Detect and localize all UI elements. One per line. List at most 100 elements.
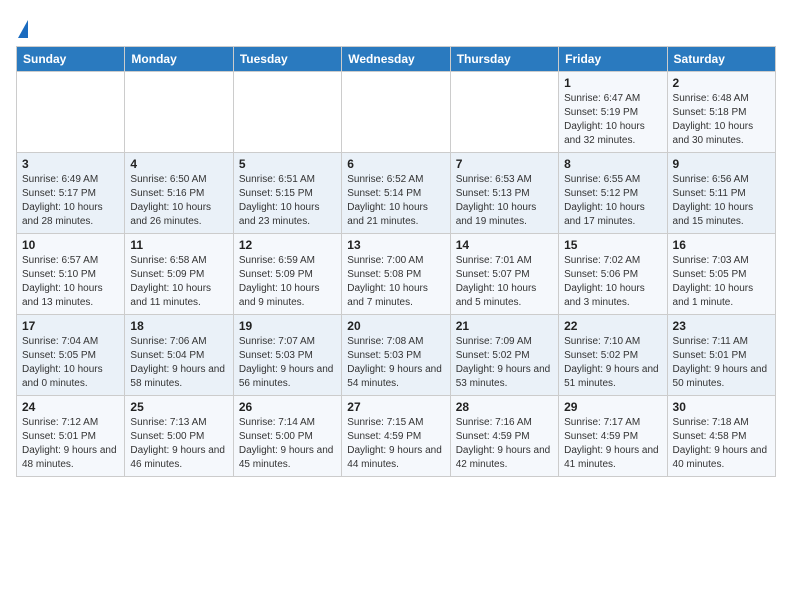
day-info: Sunrise: 6:52 AMSunset: 5:14 PMDaylight:… <box>347 173 444 229</box>
calendar-cell <box>233 72 341 153</box>
day-number: 24 <box>22 400 119 414</box>
calendar-header-row: SundayMondayTuesdayWednesdayThursdayFrid… <box>17 47 776 72</box>
day-number: 30 <box>673 400 770 414</box>
day-number: 10 <box>22 238 119 252</box>
day-number: 19 <box>239 319 336 333</box>
weekday-header-friday: Friday <box>559 47 667 72</box>
day-info: Sunrise: 7:10 AMSunset: 5:02 PMDaylight:… <box>564 335 661 391</box>
day-number: 29 <box>564 400 661 414</box>
weekday-header-monday: Monday <box>125 47 233 72</box>
weekday-header-sunday: Sunday <box>17 47 125 72</box>
day-info: Sunrise: 6:58 AMSunset: 5:09 PMDaylight:… <box>130 254 227 310</box>
calendar-cell: 14Sunrise: 7:01 AMSunset: 5:07 PMDayligh… <box>450 234 558 315</box>
calendar-cell: 10 Sunrise: 6:57 AMSunset: 5:10 PMDayligh… <box>17 234 125 315</box>
day-info: Sunrise: 7:08 AMSunset: 5:03 PMDaylight:… <box>347 335 444 391</box>
day-number: 7 <box>456 157 553 171</box>
day-info: Sunrise: 7:14 AMSunset: 5:00 PMDaylight:… <box>239 416 336 472</box>
day-info: Sunrise: 6:48 AMSunset: 5:18 PMDaylight:… <box>673 92 770 148</box>
calendar-cell: 17Sunrise: 7:04 AMSunset: 5:05 PMDayligh… <box>17 315 125 396</box>
calendar-cell: 4Sunrise: 6:50 AMSunset: 5:16 PMDaylight… <box>125 153 233 234</box>
calendar-cell <box>342 72 450 153</box>
calendar-cell: 3 Sunrise: 6:49 AMSunset: 5:17 PMDaylight… <box>17 153 125 234</box>
weekday-header-wednesday: Wednesday <box>342 47 450 72</box>
calendar-week-5: 24 Sunrise: 7:12 AMSunset: 5:01 PMDayligh… <box>17 396 776 477</box>
calendar-cell <box>450 72 558 153</box>
calendar-cell: 8 Sunrise: 6:55 AMSunset: 5:12 PMDaylight… <box>559 153 667 234</box>
day-number: 5 <box>239 157 336 171</box>
day-number: 8 <box>564 157 661 171</box>
day-number: 22 <box>564 319 661 333</box>
day-number: 12 <box>239 238 336 252</box>
day-info: Sunrise: 6:47 AMSunset: 5:19 PMDaylight:… <box>564 92 661 148</box>
calendar-cell: 27 Sunrise: 7:15 AMSunset: 4:59 PMDayligh… <box>342 396 450 477</box>
day-info: Sunrise: 7:17 AMSunset: 4:59 PMDaylight:… <box>564 416 661 472</box>
calendar-cell: 28 Sunrise: 7:16 AMSunset: 4:59 PMDayligh… <box>450 396 558 477</box>
day-number: 26 <box>239 400 336 414</box>
day-info: Sunrise: 6:57 AMSunset: 5:10 PMDaylight:… <box>22 254 119 310</box>
day-info: Sunrise: 6:53 AMSunset: 5:13 PMDaylight:… <box>456 173 553 229</box>
calendar-cell: 13 Sunrise: 7:00 AMSunset: 5:08 PMDayligh… <box>342 234 450 315</box>
day-info: Sunrise: 7:13 AMSunset: 5:00 PMDaylight:… <box>130 416 227 472</box>
calendar-cell: 5 Sunrise: 6:51 AMSunset: 5:15 PMDaylight… <box>233 153 341 234</box>
day-number: 21 <box>456 319 553 333</box>
day-info: Sunrise: 7:12 AMSunset: 5:01 PMDaylight:… <box>22 416 119 472</box>
day-info: Sunrise: 6:55 AMSunset: 5:12 PMDaylight:… <box>564 173 661 229</box>
calendar-cell: 21 Sunrise: 7:09 AMSunset: 5:02 PMDayligh… <box>450 315 558 396</box>
day-number: 16 <box>673 238 770 252</box>
day-number: 15 <box>564 238 661 252</box>
calendar-cell: 7 Sunrise: 6:53 AMSunset: 5:13 PMDaylight… <box>450 153 558 234</box>
calendar-cell: 2Sunrise: 6:48 AMSunset: 5:18 PMDaylight… <box>667 72 775 153</box>
day-number: 20 <box>347 319 444 333</box>
calendar-cell: 23 Sunrise: 7:11 AMSunset: 5:01 PMDayligh… <box>667 315 775 396</box>
day-info: Sunrise: 7:07 AMSunset: 5:03 PMDaylight:… <box>239 335 336 391</box>
weekday-header-thursday: Thursday <box>450 47 558 72</box>
calendar-cell: 24 Sunrise: 7:12 AMSunset: 5:01 PMDayligh… <box>17 396 125 477</box>
day-info: Sunrise: 7:16 AMSunset: 4:59 PMDaylight:… <box>456 416 553 472</box>
day-info: Sunrise: 7:03 AMSunset: 5:05 PMDaylight:… <box>673 254 770 310</box>
calendar-cell: 15 Sunrise: 7:02 AMSunset: 5:06 PMDayligh… <box>559 234 667 315</box>
calendar-week-4: 17Sunrise: 7:04 AMSunset: 5:05 PMDayligh… <box>17 315 776 396</box>
day-info: Sunrise: 6:59 AMSunset: 5:09 PMDaylight:… <box>239 254 336 310</box>
day-number: 25 <box>130 400 227 414</box>
day-info: Sunrise: 7:15 AMSunset: 4:59 PMDaylight:… <box>347 416 444 472</box>
calendar-cell: 29 Sunrise: 7:17 AMSunset: 4:59 PMDayligh… <box>559 396 667 477</box>
calendar-cell: 18 Sunrise: 7:06 AMSunset: 5:04 PMDayligh… <box>125 315 233 396</box>
logo <box>16 16 28 38</box>
day-number: 4 <box>130 157 227 171</box>
day-info: Sunrise: 6:51 AMSunset: 5:15 PMDaylight:… <box>239 173 336 229</box>
calendar-cell <box>125 72 233 153</box>
calendar-cell: 22 Sunrise: 7:10 AMSunset: 5:02 PMDayligh… <box>559 315 667 396</box>
day-info: Sunrise: 7:11 AMSunset: 5:01 PMDaylight:… <box>673 335 770 391</box>
calendar-cell: 11 Sunrise: 6:58 AMSunset: 5:09 PMDayligh… <box>125 234 233 315</box>
calendar-week-2: 3 Sunrise: 6:49 AMSunset: 5:17 PMDaylight… <box>17 153 776 234</box>
day-number: 14 <box>456 238 553 252</box>
day-number: 28 <box>456 400 553 414</box>
calendar-cell: 26 Sunrise: 7:14 AMSunset: 5:00 PMDayligh… <box>233 396 341 477</box>
calendar-cell: 19 Sunrise: 7:07 AMSunset: 5:03 PMDayligh… <box>233 315 341 396</box>
day-number: 23 <box>673 319 770 333</box>
weekday-header-tuesday: Tuesday <box>233 47 341 72</box>
calendar-cell: 25 Sunrise: 7:13 AMSunset: 5:00 PMDayligh… <box>125 396 233 477</box>
calendar-table: SundayMondayTuesdayWednesdayThursdayFrid… <box>16 46 776 477</box>
day-number: 9 <box>673 157 770 171</box>
day-info: Sunrise: 6:56 AMSunset: 5:11 PMDaylight:… <box>673 173 770 229</box>
calendar-cell: 1Sunrise: 6:47 AMSunset: 5:19 PMDaylight… <box>559 72 667 153</box>
day-number: 13 <box>347 238 444 252</box>
day-info: Sunrise: 7:02 AMSunset: 5:06 PMDaylight:… <box>564 254 661 310</box>
day-info: Sunrise: 7:09 AMSunset: 5:02 PMDaylight:… <box>456 335 553 391</box>
day-info: Sunrise: 7:06 AMSunset: 5:04 PMDaylight:… <box>130 335 227 391</box>
calendar-cell <box>17 72 125 153</box>
page-header <box>16 16 776 38</box>
day-number: 18 <box>130 319 227 333</box>
day-number: 27 <box>347 400 444 414</box>
day-number: 11 <box>130 238 227 252</box>
day-info: Sunrise: 6:49 AMSunset: 5:17 PMDaylight:… <box>22 173 119 229</box>
day-info: Sunrise: 7:00 AMSunset: 5:08 PMDaylight:… <box>347 254 444 310</box>
calendar-week-1: 1Sunrise: 6:47 AMSunset: 5:19 PMDaylight… <box>17 72 776 153</box>
day-info: Sunrise: 7:18 AMSunset: 4:58 PMDaylight:… <box>673 416 770 472</box>
day-number: 6 <box>347 157 444 171</box>
day-number: 3 <box>22 157 119 171</box>
calendar-cell: 6 Sunrise: 6:52 AMSunset: 5:14 PMDaylight… <box>342 153 450 234</box>
day-info: Sunrise: 7:04 AMSunset: 5:05 PMDaylight:… <box>22 335 119 391</box>
calendar-cell: 16 Sunrise: 7:03 AMSunset: 5:05 PMDayligh… <box>667 234 775 315</box>
